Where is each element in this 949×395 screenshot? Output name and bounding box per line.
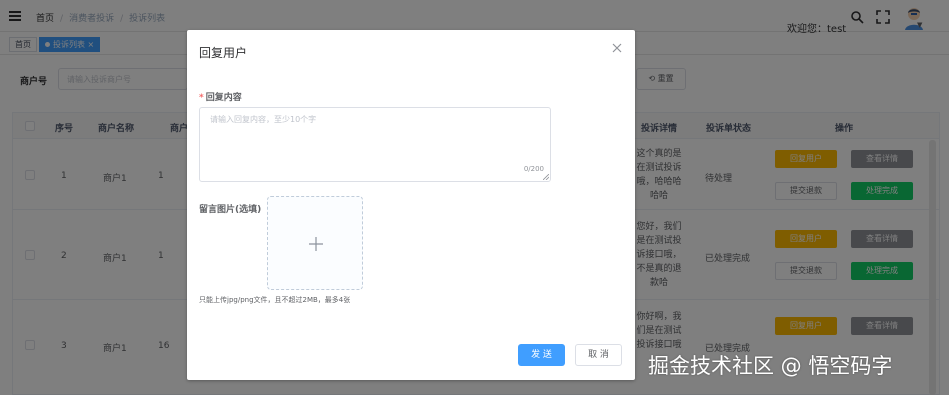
reply-content-placeholder: 请输入回复内容，至少10个字 (210, 115, 317, 124)
reply-user-dialog: 回复用户 * 回复内容 请输入回复内容，至少10个字 0/200 留言图片(选填)… (187, 30, 635, 380)
char-counter: 0/200 (523, 165, 544, 173)
resize-handle-icon[interactable] (543, 174, 549, 180)
upload-hint: 只能上传jpg/png文件，且不超过2MB，最多4张 (199, 296, 351, 304)
reply-content-textarea[interactable]: 请输入回复内容，至少10个字 0/200 (199, 107, 551, 182)
close-icon[interactable] (611, 42, 623, 54)
image-label: 留言图片(选填) (199, 205, 262, 215)
dialog-title: 回复用户 (199, 46, 248, 60)
watermark: 掘金技术社区 @ 悟空码字 (648, 354, 893, 378)
send-button[interactable]: 发 送 (518, 344, 565, 366)
image-upload[interactable] (267, 196, 363, 290)
plus-icon (309, 237, 323, 251)
cancel-button[interactable]: 取 消 (575, 344, 622, 366)
reply-content-label: * 回复内容 (199, 93, 242, 103)
